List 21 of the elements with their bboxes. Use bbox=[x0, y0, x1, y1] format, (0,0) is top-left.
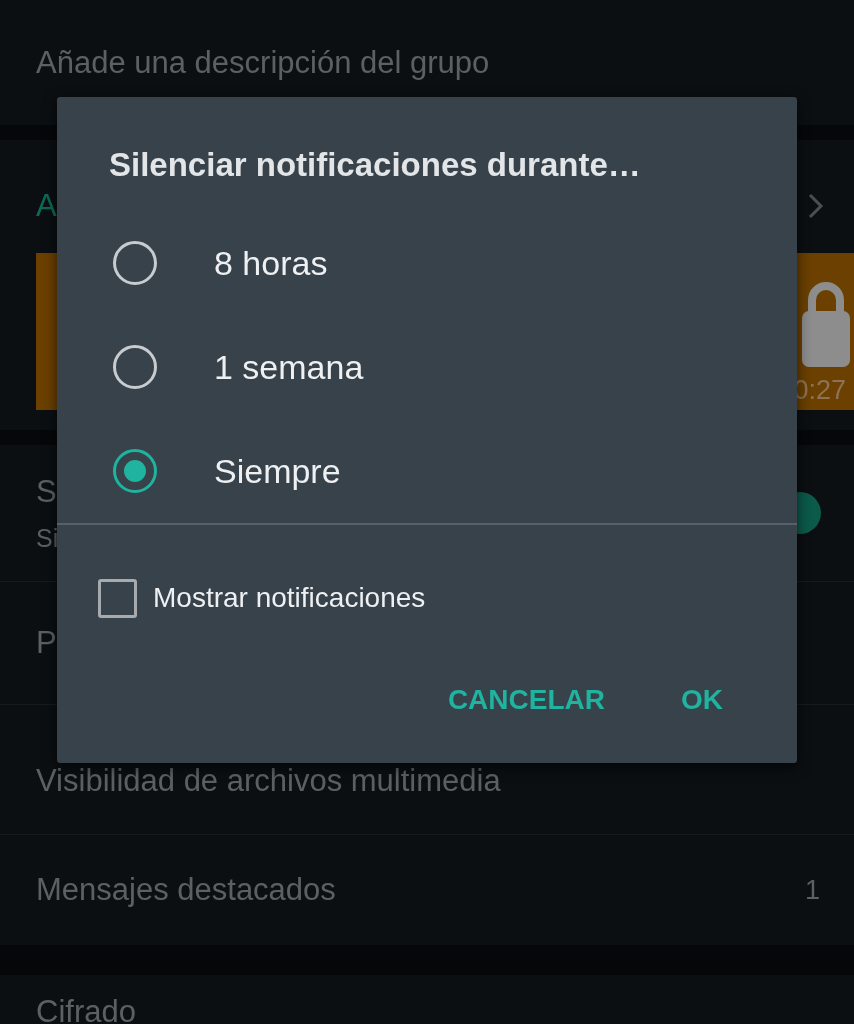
checkbox-label[interactable]: Mostrar notificaciones bbox=[153, 582, 426, 614]
option-label[interactable]: 8 horas bbox=[214, 243, 328, 283]
option-label[interactable]: Siempre bbox=[214, 451, 341, 491]
setting-count: 1 bbox=[804, 874, 820, 906]
radio-button[interactable] bbox=[113, 449, 157, 493]
chevron-icon[interactable] bbox=[808, 193, 824, 219]
setting-title[interactable]: Visibilidad de archivos multimedia bbox=[36, 762, 501, 799]
setting-title[interactable]: S bbox=[36, 473, 59, 510]
setting-title[interactable]: Mensajes destacados bbox=[36, 872, 336, 908]
group-description[interactable]: Añade una descripción del grupo bbox=[36, 44, 490, 81]
option-label[interactable]: 1 semana bbox=[214, 347, 364, 387]
setting-title[interactable]: P bbox=[36, 625, 57, 661]
radio-button[interactable] bbox=[113, 241, 157, 285]
checkbox[interactable] bbox=[98, 578, 137, 618]
media-heading: A bbox=[36, 188, 57, 224]
cancel-button[interactable]: CANCELAR bbox=[425, 676, 627, 722]
ok-button[interactable]: OK bbox=[659, 676, 745, 722]
encryption-title[interactable]: Cifrado bbox=[36, 994, 136, 1024]
setting-subtitle: Si bbox=[36, 523, 59, 553]
radio-button[interactable] bbox=[113, 345, 157, 389]
dialog-title: Silenciar notificaciones durante… bbox=[108, 145, 642, 185]
